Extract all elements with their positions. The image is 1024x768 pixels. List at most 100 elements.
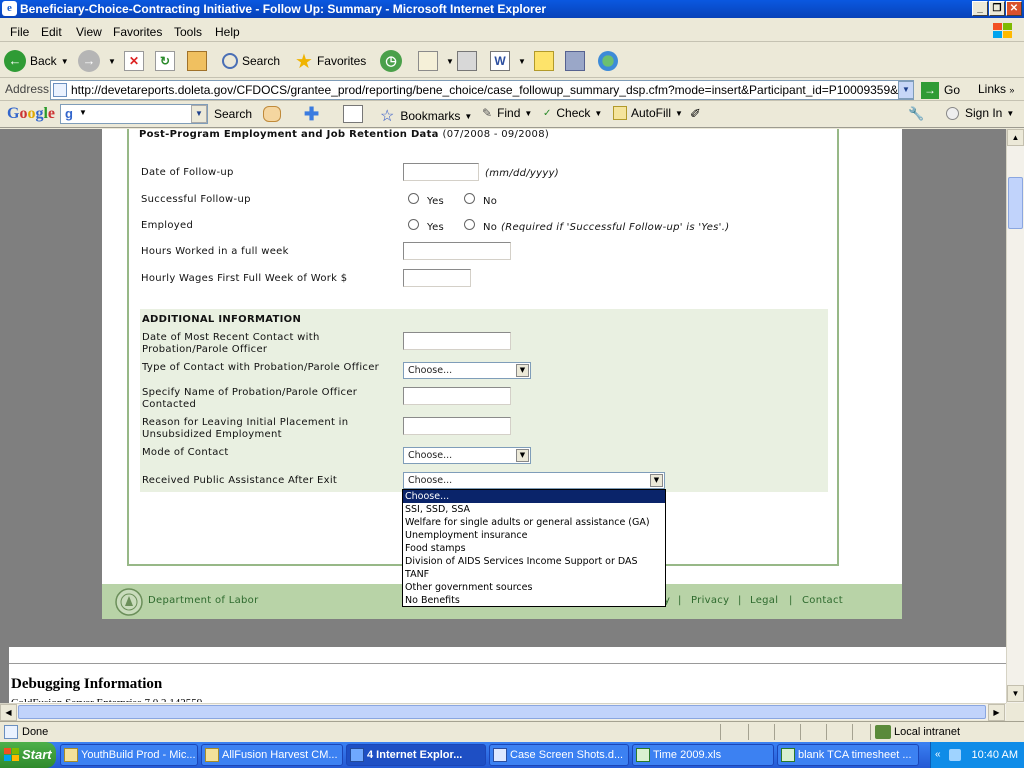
favorites-button[interactable]: ★ Favorites — [295, 48, 366, 74]
legal-link[interactable]: Legal — [750, 595, 778, 606]
scroll-up-button[interactable]: ▲ — [1007, 129, 1024, 146]
pagerank-icon[interactable] — [263, 106, 281, 122]
restore-button[interactable]: ❐ — [989, 1, 1005, 16]
option-aids-services[interactable]: Division of AIDS Services Income Support… — [403, 555, 665, 568]
close-button[interactable]: ✕ — [1006, 1, 1022, 16]
scroll-thumb[interactable] — [1008, 177, 1023, 229]
settings-wrench-icon[interactable]: 🔧 — [908, 106, 924, 122]
google-search-input[interactable]: g ▼ ▼ — [60, 104, 208, 124]
public-assistance-select[interactable]: Choose... ▼ — [403, 472, 665, 489]
highlighter-icon[interactable]: ✐ — [690, 106, 701, 122]
task-youthbuild[interactable]: YouthBuild Prod - Mic... — [60, 744, 198, 766]
links-button[interactable]: Links » — [978, 82, 1014, 96]
hscroll-thumb[interactable] — [18, 705, 986, 719]
back-button[interactable]: ← Back ▼ — [4, 48, 69, 74]
scroll-right-button[interactable]: ▶ — [988, 704, 1005, 721]
google-toolbar: Google g ▼ ▼ Search ✚ ☆ Bookmarks ▼ ✎ Fin… — [0, 102, 1024, 128]
employed-yes-radio[interactable] — [408, 219, 419, 230]
messenger-button[interactable] — [598, 48, 622, 74]
successful-no-label: No — [483, 196, 498, 207]
research-button[interactable] — [565, 48, 589, 74]
option-choose[interactable]: Choose... — [403, 490, 665, 503]
option-welfare[interactable]: Welfare for single adults or general ass… — [403, 516, 665, 529]
network-icon[interactable] — [949, 749, 961, 761]
menu-favorites[interactable]: Favorites — [113, 25, 162, 39]
spell-check-button[interactable]: ✓ Check ▼ — [543, 106, 602, 120]
horizontal-scrollbar[interactable]: ◀ ▶ — [0, 703, 1006, 721]
autofill-button[interactable]: AutoFill ▼ — [613, 106, 683, 120]
bookmarks-button[interactable]: ☆ Bookmarks ▼ — [380, 106, 472, 126]
successful-followup-label: Successful Follow-up — [141, 194, 251, 205]
autofill-icon — [613, 106, 627, 120]
add-plus-icon[interactable]: ✚ — [304, 105, 319, 123]
officer-name-label-line1: Specify Name of Probation/Parole Officer — [142, 387, 358, 398]
clock[interactable]: 10:40 AM — [972, 749, 1018, 761]
employed-no-radio[interactable] — [464, 219, 475, 230]
refresh-button[interactable]: ↻ — [155, 48, 179, 74]
reason-leaving-input[interactable] — [403, 417, 511, 435]
contact-link[interactable]: Contact — [802, 595, 843, 606]
history-button[interactable]: ◷ — [380, 48, 406, 74]
google-search-button[interactable]: Search — [214, 107, 252, 121]
recent-contact-input[interactable] — [403, 332, 511, 350]
menu-file[interactable]: File — [10, 25, 29, 39]
app-icon — [64, 748, 78, 762]
scroll-down-button[interactable]: ▼ — [1007, 685, 1024, 702]
option-tanf[interactable]: TANF — [403, 568, 665, 581]
option-other-gov[interactable]: Other government sources — [403, 581, 665, 594]
address-input[interactable]: http://devetareports.doleta.gov/CFDOCS/g… — [50, 80, 914, 100]
task-case-screen-shots[interactable]: Case Screen Shots.d... — [489, 744, 629, 766]
find-button[interactable]: ✎ Find ▼ — [482, 106, 532, 120]
successful-no-radio[interactable] — [464, 193, 475, 204]
address-dropdown-button[interactable]: ▼ — [898, 81, 914, 99]
google-search-dropdown[interactable]: ▼ — [191, 105, 207, 123]
stop-button[interactable]: ✕ — [124, 48, 148, 74]
menu-edit[interactable]: Edit — [41, 25, 62, 39]
home-button[interactable] — [187, 48, 211, 74]
option-unemployment[interactable]: Unemployment insurance — [403, 529, 665, 542]
print-button[interactable] — [457, 48, 481, 74]
mail-button[interactable]: ▼ — [418, 48, 454, 74]
menu-tools[interactable]: Tools — [174, 25, 202, 39]
window-title: Beneficiary-Choice-Contracting Initiativ… — [20, 2, 547, 16]
search-button[interactable]: Search — [222, 48, 280, 74]
tray-expand-icon[interactable]: « — [935, 742, 941, 768]
address-bar: Address http://devetareports.doleta.gov/… — [0, 79, 1024, 101]
privacy-link[interactable]: Privacy — [691, 595, 729, 606]
task-time-2009[interactable]: Time 2009.xls — [632, 744, 774, 766]
go-button[interactable]: → Go — [921, 81, 960, 99]
sign-in-button[interactable]: Sign In ▼ — [946, 106, 1014, 120]
officer-name-input[interactable] — [403, 387, 511, 405]
popup-blocker-icon[interactable] — [343, 105, 363, 123]
minimize-button[interactable]: _ — [972, 1, 988, 16]
menu-help[interactable]: Help — [215, 25, 240, 39]
home-icon — [187, 51, 207, 71]
option-food-stamps[interactable]: Food stamps — [403, 542, 665, 555]
hourly-wages-input[interactable] — [403, 269, 471, 287]
back-arrow-icon: ← — [4, 50, 26, 72]
forward-button[interactable]: → ▼ — [78, 48, 116, 74]
successful-yes-radio[interactable] — [408, 193, 419, 204]
intranet-zone-icon — [875, 725, 891, 739]
word-icon: W — [490, 51, 510, 71]
menu-view[interactable]: View — [76, 25, 102, 39]
employed-label: Employed — [141, 220, 194, 231]
start-button[interactable]: Start — [0, 742, 56, 768]
scroll-left-button[interactable]: ◀ — [0, 704, 17, 721]
windows-flag-icon — [4, 748, 19, 761]
hours-worked-input[interactable] — [403, 242, 511, 260]
edit-button[interactable]: W ▼ — [490, 48, 526, 74]
option-no-benefits[interactable]: No Benefits — [403, 594, 665, 607]
hourly-wages-label: Hourly Wages First Full Week of Work $ — [141, 273, 348, 284]
option-ssi[interactable]: SSI, SSD, SSA — [403, 503, 665, 516]
vertical-scrollbar[interactable]: ▲ ▼ — [1006, 129, 1024, 703]
mode-contact-select[interactable]: Choose... ▼ — [403, 447, 531, 464]
notes-button[interactable] — [534, 48, 558, 74]
dept-of-labor-link[interactable]: Department of Labor — [148, 595, 259, 606]
task-allfusion[interactable]: AllFusion Harvest CM... — [201, 744, 343, 766]
task-tca-timesheet[interactable]: blank TCA timesheet ... — [777, 744, 919, 766]
task-internet-explorer[interactable]: 4 Internet Explor... — [346, 744, 486, 766]
hours-worked-label: Hours Worked in a full week — [141, 246, 289, 257]
date-followup-input[interactable] — [403, 163, 479, 181]
type-contact-select[interactable]: Choose... ▼ — [403, 362, 531, 379]
